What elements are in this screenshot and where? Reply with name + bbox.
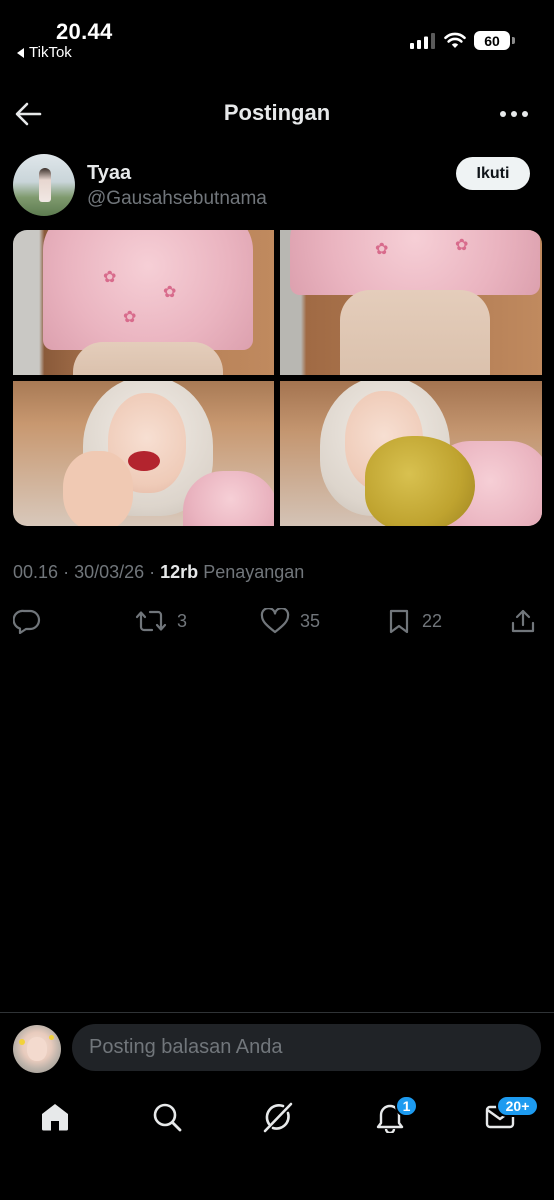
media-image-1[interactable]: ✿ ✿ ✿	[13, 230, 274, 375]
bookmark-button[interactable]: 22	[386, 606, 442, 636]
reply-input[interactable]: Posting balasan Anda	[72, 1024, 541, 1071]
media-grid: ✿ ✿ ✿ ✿ ✿	[13, 230, 542, 526]
like-button[interactable]: 35	[260, 606, 320, 636]
back-app-label: TikTok	[29, 44, 72, 61]
bookmark-icon	[389, 609, 409, 634]
author-name[interactable]: Tyaa	[87, 162, 131, 185]
share-button[interactable]	[510, 606, 536, 636]
retweet-icon	[135, 610, 167, 632]
reply-divider	[0, 1012, 554, 1013]
follow-button[interactable]: Ikuti	[456, 157, 530, 190]
back-to-app-link[interactable]: TikTok	[17, 44, 72, 61]
status-time: 20.44	[56, 19, 113, 44]
media-image-2[interactable]: ✿ ✿	[280, 230, 542, 375]
home-icon	[42, 1104, 68, 1131]
nav-search[interactable]	[147, 1097, 187, 1137]
page-title: Postingan	[223, 100, 331, 125]
post-time: 00.16	[13, 562, 59, 582]
views-label[interactable]: Penayangan	[203, 562, 304, 582]
like-count: 35	[300, 610, 321, 631]
reply-icon	[13, 609, 41, 634]
retweet-button[interactable]: 3	[135, 606, 187, 636]
battery-level: 60	[474, 31, 510, 50]
post-date: 30/03/26	[74, 562, 145, 582]
more-icon[interactable]	[500, 111, 528, 119]
share-icon	[511, 609, 535, 633]
author-avatar[interactable]	[13, 154, 75, 216]
like-icon	[260, 608, 290, 634]
bookmark-count: 22	[422, 610, 443, 631]
nav-home[interactable]	[35, 1097, 75, 1137]
back-triangle-icon	[17, 47, 24, 58]
nav-grok[interactable]	[258, 1097, 298, 1137]
post-meta: 00.16 · 30/03/26 · 12rb Penayangan	[13, 562, 305, 582]
wifi-icon	[444, 32, 466, 48]
retweet-count: 3	[177, 610, 188, 631]
messages-badge: 20+	[496, 1095, 539, 1117]
reply-button[interactable]	[13, 606, 41, 636]
author-handle[interactable]: @Gausahsebutnama	[87, 188, 267, 210]
search-icon	[153, 1103, 182, 1132]
cellular-signal-icon	[410, 33, 435, 49]
grok-icon	[263, 1102, 293, 1133]
media-image-4[interactable]	[280, 381, 542, 526]
views-count: 12rb	[160, 562, 199, 582]
notifications-badge: 1	[395, 1095, 418, 1117]
battery-tip	[512, 37, 515, 44]
user-avatar[interactable]	[13, 1025, 61, 1073]
media-image-3[interactable]	[13, 381, 274, 526]
status-bar: 20.44 TikTok 60	[0, 0, 554, 70]
